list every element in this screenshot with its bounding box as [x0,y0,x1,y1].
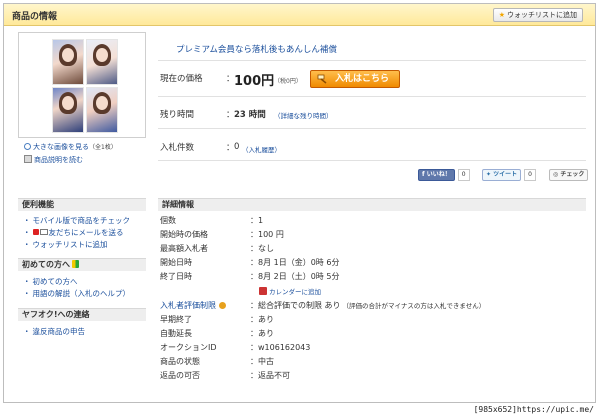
image-count: （全1枚） [89,144,117,151]
detail-label-early-end: 早期終了 [160,315,192,324]
enlarge-image-link[interactable]: 大きな画像を見る [33,143,89,151]
current-price: 100円 [234,74,275,89]
divider [158,96,586,97]
item-image[interactable] [18,32,146,138]
beginner-mark-icon [72,260,79,268]
detail-label-condition: 商品の状態 [160,357,200,366]
like-count: 0 [457,168,470,181]
detail-label-returns: 返品の可否 [160,371,200,380]
detail-label-rating-limit[interactable]: 入札者評価制限 [160,300,226,311]
detail-value-start-price: ：100 円 [250,230,284,239]
detail-value-returns: ：返品不可 [250,371,290,380]
sidebar-item-mail-friend[interactable]: ・友だちにメールを送る [23,227,124,238]
add-to-watchlist-button[interactable]: ★ ウォッチリストに追加 [492,8,583,22]
details-heading: 詳細情報 [158,198,586,211]
calendar-icon [259,287,267,295]
watermark-text: [985x652]https://upic.me/ [473,405,594,414]
photo-thumbnail [52,87,84,133]
detail-value-rating-limit: ：総合評価での制限 あり （評価の合計がマイナスの方は入札できません） [250,301,486,310]
tweet-button[interactable]: ✦ ツイート [482,168,522,181]
sidebar-item-first-time[interactable]: ・初めての方へ [23,276,78,287]
twitter-icon: ✦ [486,170,492,178]
facebook-icon: f [422,170,425,178]
sidebar-heading-beginners: 初めての方へ [18,258,146,271]
book-icon [24,155,32,163]
bid-button[interactable]: 入札はこちら [310,70,400,88]
check-button[interactable]: ◎ チェック [549,168,589,181]
time-left-value: 23 時間 [234,110,266,120]
detail-value-early-end: ：あり [250,315,274,324]
detail-label-top-bidder: 最高額入札者 [160,244,208,253]
bid-history-link[interactable]: （入札履歴） [242,144,281,154]
check-icon: ◎ [553,170,559,178]
price-tax: （税0円） [274,78,302,85]
header-bar: 商品の情報 ★ ウォッチリストに追加 [4,4,595,26]
add-to-calendar-link[interactable]: カレンダーに追加 [259,286,321,296]
sidebar-item-mobile[interactable]: ・モバイル版で商品をチェック [23,215,130,226]
magnifier-icon [24,143,31,150]
detail-label-end-time: 終了日時 [160,272,192,281]
price-label: 現在の価格 [160,74,203,84]
gavel-icon [317,74,327,84]
time-left-label: 残り時間 [160,110,195,120]
detail-value-start-time: ：8月 1日（金）0時 6分 [250,258,340,267]
photo-thumbnail [52,39,84,85]
photo-thumbnail [86,87,118,133]
page-title: 商品の情報 [12,12,58,22]
detail-label-auction-id: オークションID [160,343,217,352]
facebook-like: f いいね！ 0 [418,168,470,181]
detail-value-auto-extend: ：あり [250,329,274,338]
sidebar-heading-contact: ヤフオク!への連絡 [18,308,146,321]
detailed-time-link[interactable]: （詳細な残り時間） [274,110,333,120]
image-links: 大きな画像を見る（全1枚） 商品説明を読む [24,141,117,166]
star-icon: ★ [498,11,505,19]
detail-value-condition: ：中古 [250,357,274,366]
sidebar-item-report[interactable]: ・違反商品の申告 [23,326,85,337]
item-info-panel: 商品の情報 ★ ウォッチリストに追加 大きな画像を見る（全1枚） 商品説明を読む … [3,3,596,403]
envelope-icon [39,229,48,235]
sidebar-item-watchlist[interactable]: ・ウォッチリストに追加 [23,239,108,250]
detail-label-auto-extend: 自動延長 [160,329,192,338]
sidebar-heading-tools: 便利機能 [18,198,146,211]
detail-label-start-price: 開始時の価格 [160,230,208,239]
twitter-tweet: ✦ ツイート 0 [482,168,536,181]
facebook-like-button[interactable]: f いいね！ [418,168,455,181]
detail-value-top-bidder: ：なし [250,244,274,253]
sidebar-item-glossary[interactable]: ・用語の解説（入札のヘルプ） [23,288,130,299]
rating-icon [219,302,226,309]
photo-thumbnail [86,39,118,85]
bid-count-label: 入札件数 [160,143,195,153]
divider [158,128,586,129]
badge-icon [32,229,39,235]
tweet-count: 0 [524,168,536,181]
detail-value-end-time: ：8月 2日（土）0時 5分 [250,272,340,281]
divider [158,60,586,61]
detail-value-quantity: ：1 [250,216,264,225]
premium-notice-link[interactable]: プレミアム会員なら落札後もあんしん補償 [176,43,337,55]
detail-label-quantity: 個数 [160,216,176,225]
check-share: ◎ チェック [549,168,589,181]
detail-label-start-time: 開始日時 [160,258,192,267]
read-description-link[interactable]: 商品説明を読む [34,156,83,164]
bid-count-value: 0 [234,142,240,152]
divider [158,160,586,161]
detail-value-auction-id: ：w106162043 [250,343,311,352]
